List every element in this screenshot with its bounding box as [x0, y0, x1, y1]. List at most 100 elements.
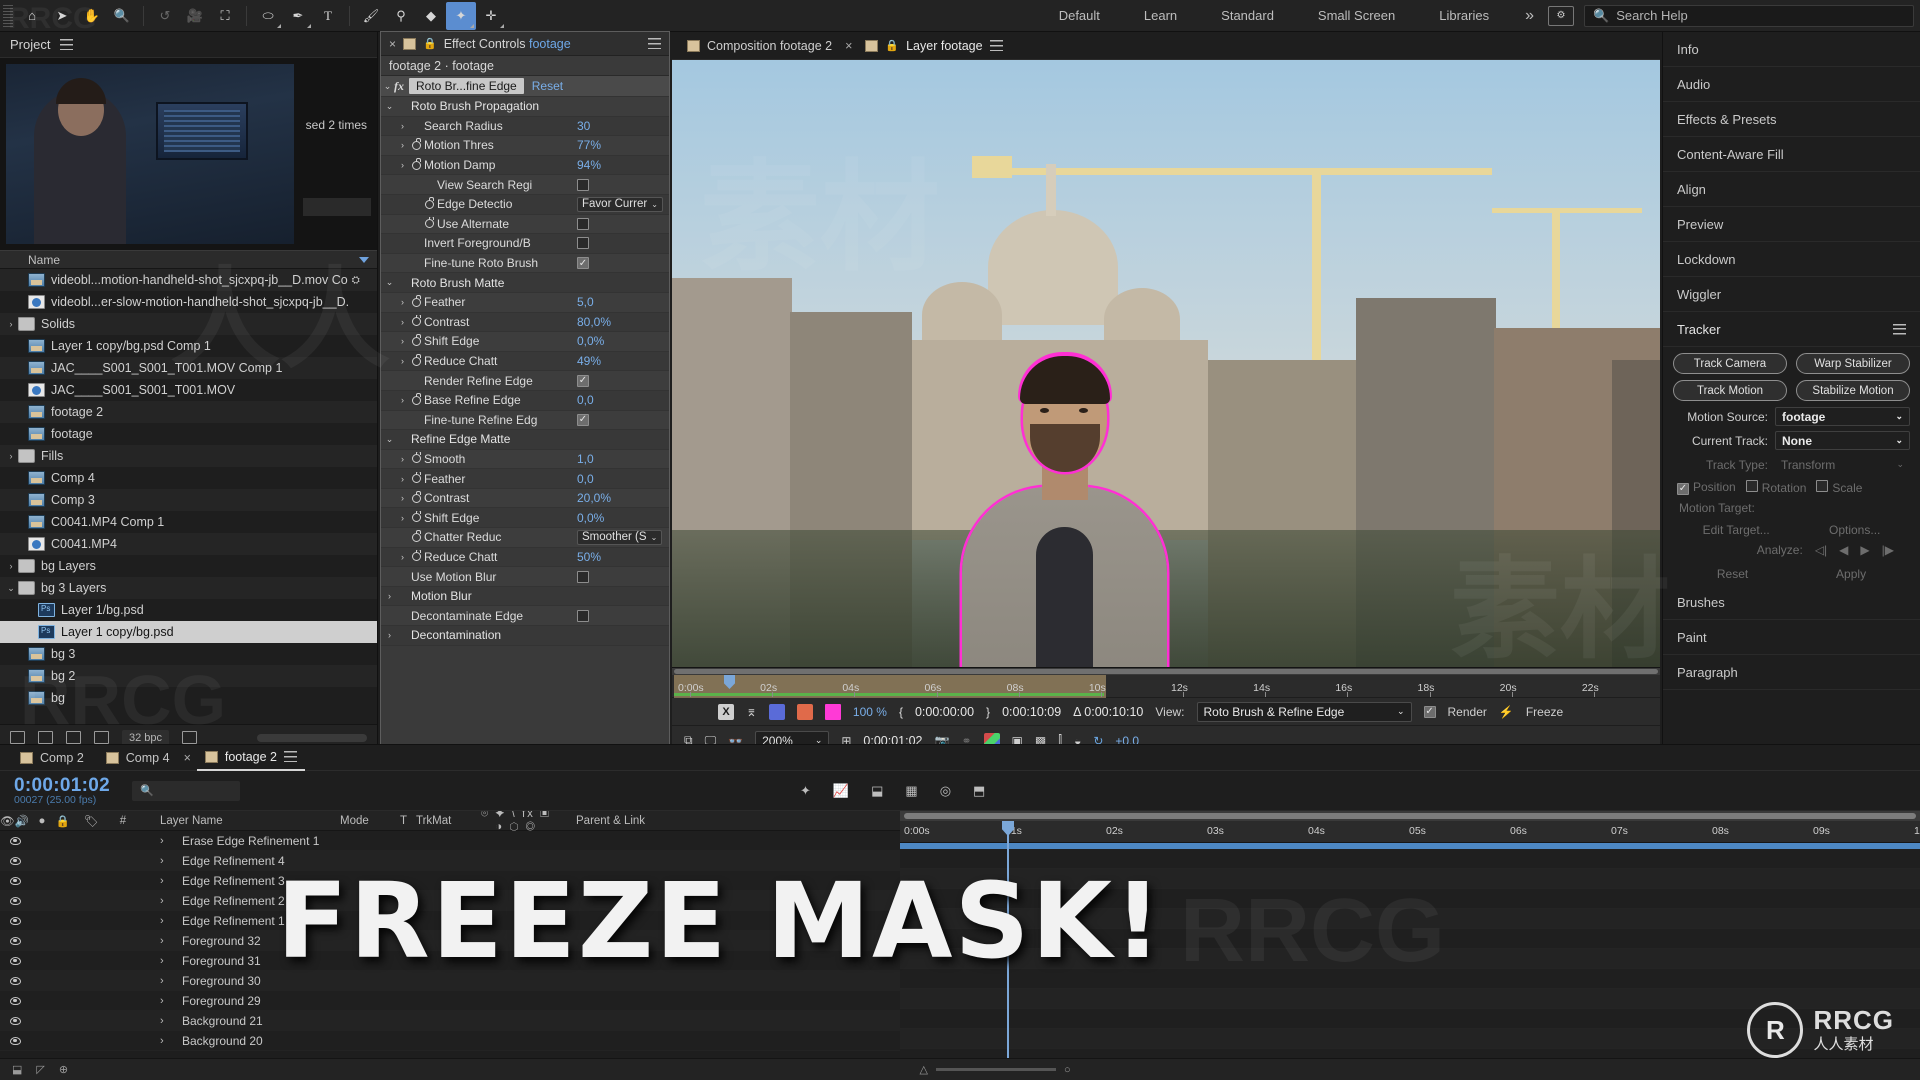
current-track-select[interactable]: None ⌄	[1775, 431, 1910, 450]
timeline-layer-row[interactable]: › Edge Refinement 1	[0, 911, 900, 931]
timeline-tab-footage-2[interactable]: footage 2	[196, 745, 306, 771]
right-panel-section-lockdown[interactable]: Lockdown	[1663, 242, 1920, 277]
effect-property-row[interactable]: › Base Refine Edge 0,0	[381, 390, 669, 411]
tracker-panel-header[interactable]: Tracker	[1663, 312, 1920, 347]
composition-canvas[interactable]	[672, 60, 1660, 667]
chevron-right-icon[interactable]: ›	[396, 513, 409, 523]
right-panel-section-preview[interactable]: Preview	[1663, 207, 1920, 242]
layer-visibility-icon[interactable]	[0, 856, 30, 865]
right-panel-section-wiggler[interactable]: Wiggler	[1663, 277, 1920, 312]
effect-property-dropdown[interactable]: Favor Currer ⌄	[577, 196, 663, 212]
project-list-item[interactable]: Layer 1/bg.psd	[0, 599, 377, 621]
stabilize-motion-button[interactable]: Stabilize Motion	[1796, 380, 1910, 401]
effect-property-value[interactable]: 94%	[577, 158, 601, 172]
effect-properties-list[interactable]: ⌄ Roto Brush Propagation › Search Radius 30 ›…	[381, 97, 669, 763]
workspace-learn[interactable]: Learn	[1122, 8, 1199, 23]
chevron-right-icon[interactable]: ›	[396, 395, 409, 405]
effect-property-checkbox[interactable]: ✓	[577, 374, 589, 387]
new-comp-icon[interactable]	[10, 731, 25, 744]
viewer-tab-layer[interactable]: 🔒 Layer footage	[860, 39, 1007, 53]
project-list-item[interactable]: › Fills	[0, 445, 377, 467]
effect-property-row[interactable]: › Search Radius 30	[381, 116, 669, 137]
track-camera-button[interactable]: Track Camera	[1673, 353, 1787, 374]
layer-visibility-icon[interactable]	[0, 996, 30, 1005]
project-list-item[interactable]: bg 3	[0, 643, 377, 665]
effect-property-row[interactable]: View Search Regi	[381, 175, 669, 195]
home-icon[interactable]: ⌂	[17, 2, 47, 30]
workspace-small-screen[interactable]: Small Screen	[1296, 8, 1417, 23]
effect-property-checkbox[interactable]	[577, 217, 589, 230]
timeline-panel-menu-icon[interactable]	[284, 751, 298, 762]
layer-keyframe-marker[interactable]	[1008, 932, 1022, 946]
workspace-libraries[interactable]: Libraries	[1417, 8, 1511, 23]
layer-keyframe-marker[interactable]	[1002, 872, 1016, 886]
timeline-layer-row[interactable]: › Edge Refinement 2	[0, 891, 900, 911]
lock-icon[interactable]: 🔒	[423, 37, 437, 50]
project-panel-menu-icon[interactable]	[60, 39, 74, 50]
chevron-down-icon[interactable]: ⌄	[383, 434, 396, 445]
timeline-zoom-out-icon[interactable]: ◸	[36, 1063, 44, 1076]
out-point-value[interactable]: 0:00:10:09	[1002, 705, 1061, 719]
toggle-switches-modes-icon[interactable]: ⬓	[12, 1063, 22, 1076]
effect-property-row[interactable]: Invert Foreground/B	[381, 234, 669, 254]
effect-twirl-icon[interactable]: ⌄	[381, 81, 394, 92]
project-column-header[interactable]: Name	[0, 250, 377, 269]
motion-source-field[interactable]: Motion Source: footage ⌄	[1673, 407, 1910, 426]
chevron-right-icon[interactable]: ›	[383, 591, 396, 601]
lock-icon[interactable]: 🔒	[885, 39, 899, 52]
camera-tool-icon[interactable]: 🎥	[180, 2, 210, 30]
timeline-layer-track[interactable]	[900, 929, 1920, 949]
project-list-item[interactable]: › bg Layers	[0, 555, 377, 577]
effect-property-row[interactable]: Decontaminate Edge	[381, 606, 669, 627]
stopwatch-icon[interactable]	[409, 295, 424, 308]
ruler-scrollbar[interactable]	[672, 668, 1660, 675]
layer-keyframe-marker[interactable]	[1012, 972, 1026, 986]
sort-caret-icon[interactable]	[359, 257, 369, 263]
project-list-item[interactable]: › Solids	[0, 313, 377, 335]
effect-property-row[interactable]: › Contrast 20,0%	[381, 488, 669, 509]
effect-property-row[interactable]: Fine-tune Refine Edg ✓	[381, 410, 669, 431]
project-list-item[interactable]: bg	[0, 687, 377, 709]
timeline-layer-track[interactable]	[900, 869, 1920, 889]
effect-property-row[interactable]: Chatter Reduc Smoother (S ⌄	[381, 528, 669, 548]
chevron-right-icon[interactable]: ›	[396, 454, 409, 464]
effect-property-row[interactable]: › Contrast 80,0%	[381, 312, 669, 333]
workspaces-icon[interactable]: ⚙	[1548, 5, 1574, 26]
stopwatch-icon[interactable]	[409, 471, 424, 485]
render-checkbox[interactable]: ✓	[1423, 705, 1436, 718]
out-point-icon[interactable]: }	[986, 705, 990, 719]
chevron-right-icon[interactable]: ›	[396, 297, 409, 307]
timeline-graph-scrollbar[interactable]	[900, 811, 1920, 821]
workspace-overflow-icon[interactable]: »	[1511, 7, 1548, 25]
freeze-button[interactable]: Freeze	[1526, 705, 1563, 719]
effect-property-value[interactable]: 49%	[577, 354, 601, 368]
timeline-layer-track[interactable]	[900, 949, 1920, 969]
graph-editor-icon[interactable]: 📈	[833, 783, 849, 799]
effect-property-value[interactable]: 0,0%	[577, 511, 604, 525]
timeline-tab-close-icon[interactable]: ×	[184, 751, 191, 765]
effect-property-checkbox[interactable]	[577, 178, 589, 191]
right-panel-section-paint[interactable]: Paint	[1663, 620, 1920, 655]
viewer-tab-composition[interactable]: Composition footage 2	[682, 39, 837, 53]
freeze-icon[interactable]: ⚡	[1499, 705, 1514, 719]
delete-icon[interactable]	[182, 731, 198, 744]
chevron-right-icon[interactable]: ›	[160, 1035, 182, 1047]
chevron-right-icon[interactable]: ›	[160, 935, 182, 947]
chevron-right-icon[interactable]: ›	[396, 140, 409, 150]
stopwatch-icon[interactable]	[409, 314, 424, 328]
current-track-field[interactable]: Current Track: None ⌄	[1673, 431, 1910, 450]
timeline-layer-row[interactable]: › Erase Edge Refinement 1	[0, 831, 900, 851]
project-list-item[interactable]: footage 2	[0, 401, 377, 423]
layer-keyframe-marker[interactable]	[1016, 1012, 1030, 1026]
effect-property-value[interactable]: 77%	[577, 138, 601, 152]
project-list-item[interactable]: footage	[0, 423, 377, 445]
timeline-tab-comp-4[interactable]: Comp 4	[98, 745, 178, 771]
chevron-right-icon[interactable]: ›	[160, 875, 182, 887]
eraser-tool-icon[interactable]: ◆	[416, 2, 446, 30]
duration-value[interactable]: Δ 0:00:10:10	[1073, 705, 1143, 719]
alpha-overlay-icon[interactable]	[796, 703, 813, 720]
effect-property-row[interactable]: Edge Detectio Favor Currer ⌄	[381, 194, 669, 215]
right-panel-section-paragraph[interactable]: Paragraph	[1663, 655, 1920, 690]
project-list-item[interactable]: JAC____S001_S001_T001.MOV Comp 1	[0, 357, 377, 379]
chevron-right-icon[interactable]: ›	[4, 451, 18, 461]
